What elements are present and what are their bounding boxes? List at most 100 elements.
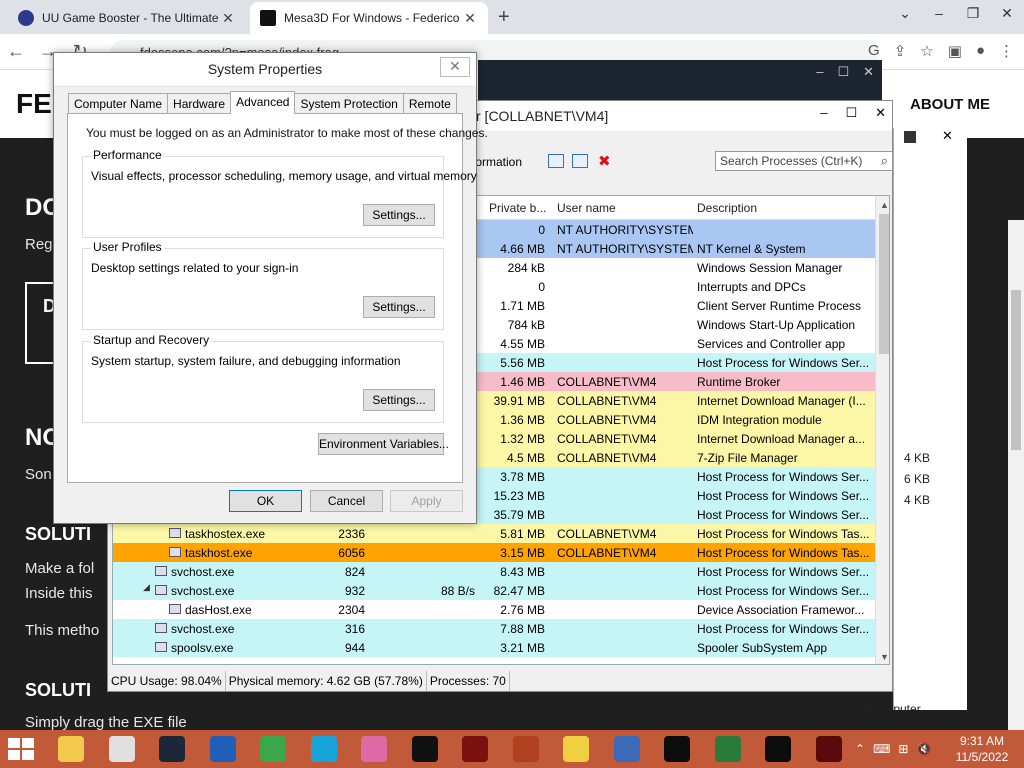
dialog-titlebar[interactable]: System Properties ✕	[54, 53, 476, 85]
kill-process-icon[interactable]: ✖	[598, 152, 611, 170]
nav-about-me[interactable]: ABOUT ME	[910, 96, 990, 113]
cancel-button[interactable]: Cancel	[310, 490, 383, 512]
restore-icon[interactable]: ❐	[956, 0, 990, 28]
taskbar-app-file-explorer[interactable]	[48, 732, 94, 766]
column-description[interactable]: Description	[697, 201, 757, 215]
maximize-icon[interactable]: ☐	[837, 64, 849, 80]
menu-kebab-icon[interactable]: ⋮	[999, 42, 1014, 60]
table-row[interactable]: dasHost.exe 2304 2.76 MB Device Association…	[113, 600, 875, 619]
taskbar-app-idm[interactable]	[250, 732, 296, 766]
search-icon[interactable]: ⌕	[881, 153, 888, 169]
maximize-icon[interactable]: ☐	[845, 105, 857, 121]
tab-strip: UU Game Booster - The Ultimate ✕ Mesa3D …	[0, 0, 1024, 34]
close-icon[interactable]: ✕	[990, 0, 1024, 28]
close-icon[interactable]: ✕	[863, 64, 874, 80]
taskbar-app-cmd2[interactable]	[755, 732, 801, 766]
scroll-up-icon[interactable]: ▲	[880, 200, 889, 210]
process-name: dasHost.exe	[185, 603, 252, 617]
minimize-icon[interactable]: –	[820, 105, 827, 121]
target-window-icon[interactable]	[572, 154, 588, 168]
share-icon[interactable]: ⇪	[894, 42, 907, 60]
private-bytes: 784 kB	[507, 318, 545, 332]
private-bytes: 4.55 MB	[500, 337, 545, 351]
tray-expand-icon[interactable]: ⌃	[855, 742, 865, 756]
search-processes-input[interactable]: Search Processes (Ctrl+K) ⌕	[715, 151, 893, 171]
taskbar-app-cmd[interactable]	[654, 732, 700, 766]
bookmark-star-icon[interactable]: ☆	[920, 42, 933, 60]
table-scrollbar-thumb[interactable]	[879, 214, 889, 354]
taskbar-app-help[interactable]	[553, 732, 599, 766]
computer-label: Computer	[868, 702, 921, 716]
page-scrollbar-thumb[interactable]	[1011, 290, 1021, 450]
network-icon	[714, 736, 741, 762]
apply-button[interactable]: Apply	[390, 490, 463, 512]
google-icon[interactable]: G	[868, 42, 880, 60]
window-icon[interactable]	[548, 154, 564, 168]
toolbar-label[interactable]: formation	[472, 155, 522, 169]
private-bytes: 4.66 MB	[500, 242, 545, 256]
scroll-down-icon[interactable]: ▼	[880, 652, 889, 662]
close-icon[interactable]: ✕	[942, 128, 953, 144]
taskbar-app-firewall[interactable]	[503, 732, 549, 766]
table-row[interactable]: svchost.exe 824 8.43 MB Host Process for Wi…	[113, 562, 875, 581]
profile-avatar-icon[interactable]: ●	[976, 42, 985, 60]
taskbar-app-skull[interactable]	[806, 732, 852, 766]
close-tab-icon[interactable]: ✕	[220, 10, 236, 27]
tab-title: Mesa3D For Windows - Federico	[284, 11, 460, 25]
column-private-bytes[interactable]: Private b...	[489, 201, 546, 215]
taskbar-app-remote-desktop[interactable]	[604, 732, 650, 766]
close-icon[interactable]: ✕	[440, 57, 470, 77]
minimize-icon[interactable]: –	[816, 64, 823, 80]
taskbar-app-paint[interactable]	[351, 732, 397, 766]
user-profiles-settings-button[interactable]: Settings...	[363, 296, 435, 318]
taskbar-app-network[interactable]	[705, 732, 751, 766]
table-row[interactable]: spoolsv.exe 944 3.21 MB Spooler SubSystem A…	[113, 638, 875, 657]
taskbar-app-kodi[interactable]	[301, 732, 347, 766]
ok-button[interactable]: OK	[229, 490, 302, 512]
tab-hardware[interactable]: Hardware	[167, 93, 232, 113]
tab-remote[interactable]: Remote	[402, 93, 457, 113]
process-icon	[155, 623, 167, 633]
taskbar-app-chrome[interactable]	[99, 732, 145, 766]
taskbar-app-globe[interactable]	[200, 732, 246, 766]
volume-muted-icon[interactable]: 🔇	[916, 742, 931, 756]
tab-uu-game-booster[interactable]: UU Game Booster - The Ultimate ✕	[8, 2, 246, 34]
table-row[interactable]: svchost.exe 316 7.88 MB Host Process for Wi…	[113, 619, 875, 638]
tab-system-protection[interactable]: System Protection	[294, 93, 404, 113]
taskbar-app-7zip[interactable]	[402, 732, 448, 766]
keyboard-icon[interactable]: ⌨	[873, 742, 890, 756]
back-icon[interactable]: ←	[0, 41, 32, 62]
startup-recovery-settings-button[interactable]: Settings...	[363, 389, 435, 411]
restore-icon[interactable]	[904, 131, 916, 143]
cpu-usage: CPU Usage: 98.04%	[108, 671, 226, 691]
uu-favicon-icon	[18, 10, 34, 26]
environment-variables-button[interactable]: Environment Variables...	[318, 433, 449, 455]
start-button[interactable]	[8, 738, 36, 762]
site-logo[interactable]: FE	[16, 88, 52, 120]
paint-icon	[361, 736, 387, 762]
tab-computer-name[interactable]: Computer Name	[68, 93, 169, 113]
tab-mesa3d[interactable]: Mesa3D For Windows - Federico ✕	[250, 2, 488, 34]
remote-desktop-icon	[613, 736, 640, 762]
new-tab-icon[interactable]: +	[498, 6, 510, 29]
column-user-name[interactable]: User name	[557, 201, 616, 215]
table-row[interactable]: taskhost.exe 6056 3.15 MB COLLABNET\VM4 Host…	[113, 543, 875, 562]
taskbar-app-game[interactable]	[452, 732, 498, 766]
taskbar-app-steam[interactable]	[149, 732, 195, 766]
performance-settings-button[interactable]: Settings...	[363, 204, 435, 226]
network-icon[interactable]: ⊞	[898, 742, 908, 756]
minimize-icon[interactable]: –	[922, 0, 956, 28]
table-row[interactable]: ◢ svchost.exe 932 88 B/s 82.47 MB Host Proces…	[113, 581, 875, 600]
page-scrollbar[interactable]	[1008, 220, 1024, 730]
tab-advanced[interactable]: Advanced	[230, 91, 296, 114]
table-row[interactable]: taskhostex.exe 2336 5.81 MB COLLABNET\VM4 Ho…	[113, 524, 875, 543]
taskbar-clock[interactable]: 9:31 AM 11/5/2022	[950, 733, 1014, 765]
tab-search-icon[interactable]: ⌄	[888, 0, 922, 28]
table-scrollbar[interactable]: ▲ ▼	[875, 196, 889, 664]
windows-logo-icon	[8, 738, 20, 748]
close-tab-icon[interactable]: ✕	[462, 10, 478, 27]
group-label: Performance	[91, 148, 164, 162]
close-icon[interactable]: ✕	[875, 105, 886, 121]
side-panel-icon[interactable]: ▣	[948, 42, 962, 60]
tree-collapse-icon[interactable]: ◢	[143, 582, 150, 593]
